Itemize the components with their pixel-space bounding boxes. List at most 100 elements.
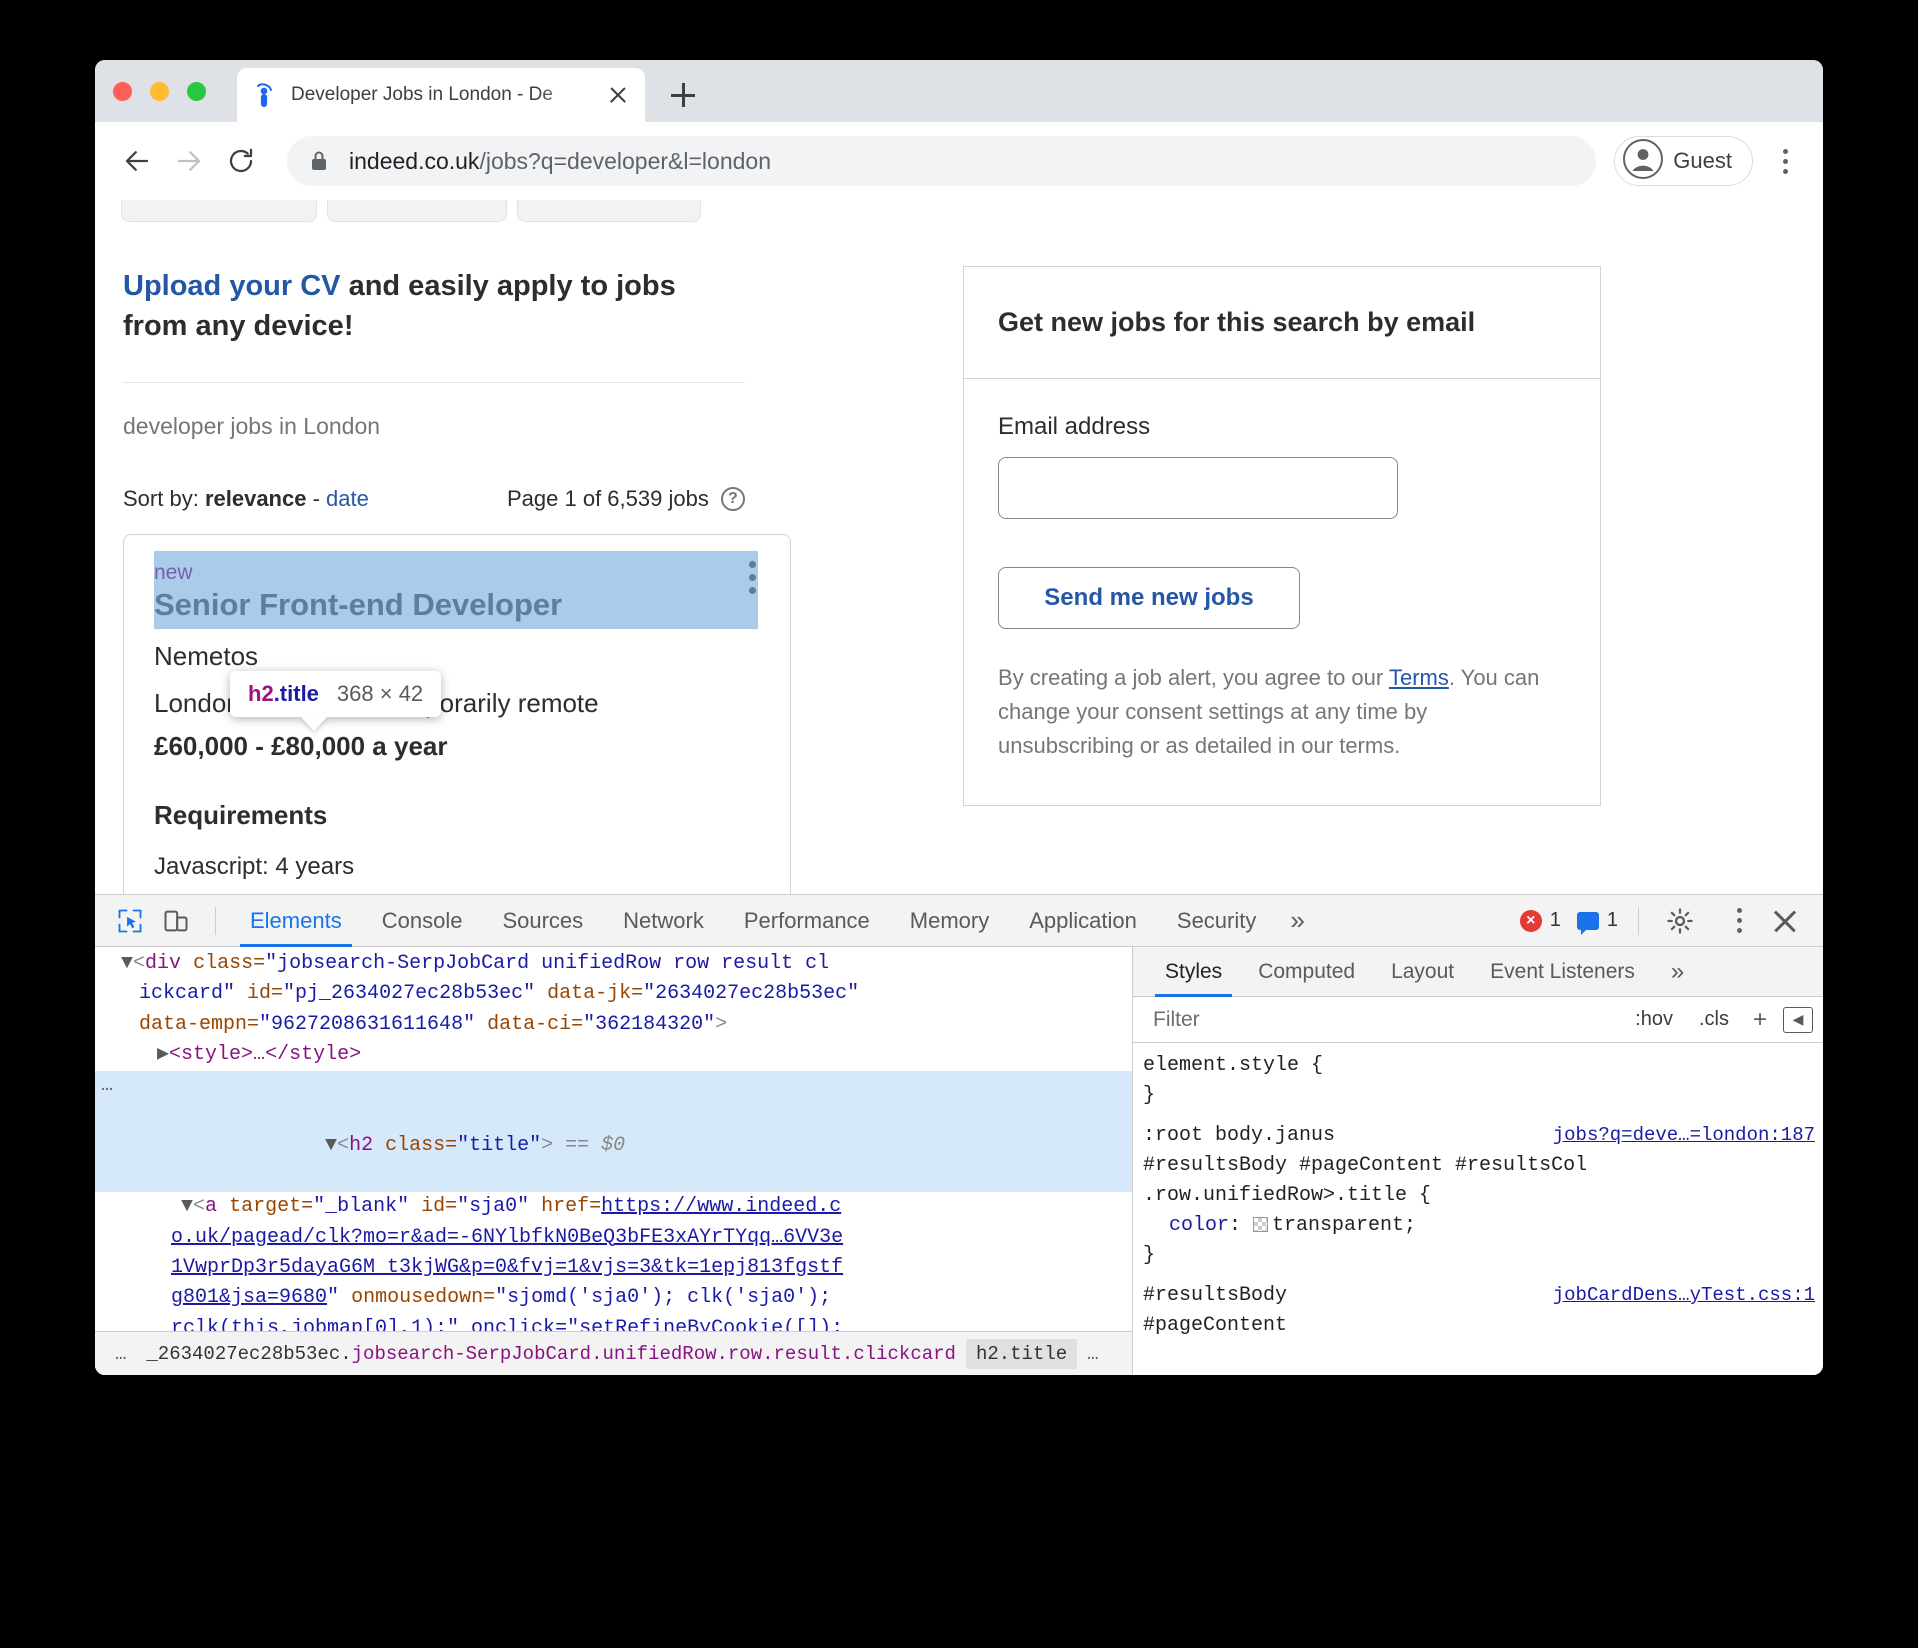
tab-event-listeners[interactable]: Event Listeners [1472,947,1653,997]
styles-more-tabs-icon[interactable]: » [1653,947,1702,997]
device-toolbar-icon[interactable] [155,900,197,942]
dom-href-part-2[interactable]: o.uk/pagead/clk?mo=r&ad=-6NYlbfkN0BeQ3bF… [171,1226,843,1249]
dom-line-selected[interactable]: … ▼<h2 class="title"> == $0 [95,1070,1132,1193]
question-mark-icon[interactable]: ? [720,487,745,512]
dom-line[interactable]: o.uk/pagead/clk?mo=r&ad=-6NYlbfkN0BeQ3bF… [95,1223,1132,1253]
styles-tab-list: Styles Computed Layout Event Listeners » [1133,947,1823,997]
style-rule-selector[interactable]: element.style { [1143,1051,1323,1081]
tab-performance[interactable]: Performance [724,895,890,947]
breadcrumb-current[interactable]: h2.title [965,1338,1078,1369]
tab-application[interactable]: Application [1009,895,1157,947]
style-rule-close: } [1143,1084,1156,1107]
breadcrumb-parent[interactable]: _2634027ec28b53ec.jobsearch-SerpJobCard.… [136,1343,966,1365]
sort-by-date-link[interactable]: date [326,486,369,511]
tab-console[interactable]: Console [362,895,483,947]
terms-link[interactable]: Terms [1389,665,1449,690]
devtools-toolbar-right: × 1 1 [1519,897,1809,945]
dom-line[interactable]: rclk(this,jobmap[0],1);" onclick="setRef… [95,1314,1132,1331]
minimize-window-button[interactable] [150,82,169,101]
warning-count: 1 [1606,909,1618,931]
dom-line[interactable]: 1VwprDp3r5dayaG6M_t3kjWG&p=0&fvj=1&vjs=3… [95,1253,1132,1283]
dom-href-part-1[interactable]: https://www.indeed.c [601,1195,841,1218]
tab-network[interactable]: Network [603,895,724,947]
dom-line[interactable]: ▼<div class="jobsearch-SerpJobCard unifi… [95,949,1132,979]
job-card-menu-icon[interactable] [749,561,756,595]
tab-styles[interactable]: Styles [1147,947,1240,997]
browser-menu-button[interactable] [1765,137,1805,185]
tab-elements[interactable]: Elements [230,895,362,947]
style-rule-close: } [1143,1244,1156,1267]
forward-button[interactable] [165,137,213,185]
dom-line[interactable]: ▶<style>…</style> [95,1040,1132,1070]
filter-chip[interactable] [327,200,507,222]
tab-layout[interactable]: Layout [1373,947,1472,997]
email-field[interactable] [998,457,1398,519]
dom-div-class-start: "jobsearch-SerpJobCard unifiedRow row re… [265,952,830,975]
cls-button[interactable]: .cls [1691,1008,1737,1031]
inspect-element-icon[interactable] [109,900,151,942]
job-card[interactable]: new Senior Front-end Developer Nemetos L… [123,534,791,923]
maximize-window-button[interactable] [187,82,206,101]
style-rule-selector[interactable]: #resultsBody [1143,1281,1287,1311]
breadcrumb-ellipsis-right[interactable]: … [1077,1343,1108,1365]
filter-chip[interactable] [121,200,317,222]
tab-sources[interactable]: Sources [482,895,603,947]
error-count-badge[interactable]: × 1 [1519,909,1561,932]
style-rule[interactable]: :root body.janus jobs?q=deve…=london:187… [1143,1121,1823,1271]
breadcrumb-parent-id: _2634027ec28b53ec. [146,1342,352,1365]
style-rule-source[interactable]: jobCardDens…yTest.css:1 [1553,1281,1815,1310]
new-tab-button[interactable] [661,73,705,117]
tab-computed[interactable]: Computed [1240,947,1373,997]
address-bar[interactable]: indeed.co.uk/jobs?q=developer&l=london [287,136,1597,186]
send-me-new-jobs-button[interactable]: Send me new jobs [998,567,1300,629]
dom-line[interactable]: ▼<a target="_blank" id="sja0" href=https… [95,1192,1132,1222]
toggle-sidebar-icon[interactable]: ◀ [1783,1006,1813,1033]
warning-count-badge[interactable]: 1 [1576,909,1618,935]
upload-cv-link[interactable]: Upload your CV [123,270,341,302]
profile-button[interactable]: Guest [1614,136,1753,186]
job-alert-header: Get new jobs for this search by email [964,267,1600,379]
browser-tab[interactable]: Developer Jobs in London - De [237,68,645,122]
style-rule[interactable]: element.style { } [1143,1051,1823,1111]
new-style-rule-icon[interactable]: + [1747,1006,1773,1034]
job-alert-body: Email address Send me new jobs By creati… [964,379,1600,805]
job-salary: £60,000 - £80,000 a year [154,731,448,762]
close-tab-icon[interactable] [605,82,631,108]
dom-href-part-3[interactable]: 1VwprDp3r5dayaG6M_t3kjWG&p=0&fvj=1&vjs=3… [171,1256,843,1279]
job-alert-heading: Get new jobs for this search by email [998,307,1476,337]
job-title[interactable]: Senior Front-end Developer [154,587,562,623]
reload-button[interactable] [217,137,265,185]
error-count: 1 [1549,909,1561,931]
toolbar-separator [1638,906,1639,935]
tab-security[interactable]: Security [1157,895,1276,947]
style-property[interactable]: color: transparent; [1143,1211,1823,1241]
inspector-badge-dimensions: 368 × 42 [336,681,424,706]
close-devtools-icon[interactable] [1765,901,1805,941]
page-count-text: Page 1 of 6,539 jobs [507,486,709,512]
gear-icon[interactable] [1659,900,1701,942]
style-rule[interactable]: #resultsBody jobCardDens…yTest.css:1 #pa… [1143,1281,1823,1341]
hov-button[interactable]: :hov [1627,1008,1681,1031]
breadcrumb-ellipsis-left[interactable]: … [105,1343,136,1365]
results-column: Upload your CV and easily apply to jobs … [95,266,885,923]
style-rule-selector[interactable]: :root body.janus [1143,1121,1335,1151]
styles-filter-input[interactable] [1143,1002,1618,1037]
dom-class-cont: ickcard" [139,982,236,1006]
dom-href-part-4[interactable]: g801&jsa=9680 [171,1286,327,1309]
dom-line[interactable]: ickcard" id="pj_2634027ec28b53ec" data-j… [95,979,1132,1009]
color-swatch[interactable] [1253,1217,1269,1232]
back-button[interactable] [113,137,161,185]
tab-memory[interactable]: Memory [890,895,1009,947]
filter-chip[interactable] [517,200,701,222]
devtools-menu-icon[interactable] [1719,897,1759,945]
close-window-button[interactable] [113,82,132,101]
dom-attr-jk-value: "2634027ec28b53ec" [643,982,860,1006]
job-requirements-heading: Requirements [154,800,328,831]
dom-line[interactable]: g801&jsa=9680" onmousedown="sjomd('sja0'… [95,1283,1132,1313]
url-path: /jobs?q=developer&l=london [479,147,772,174]
dom-tree[interactable]: ▼<div class="jobsearch-SerpJobCard unifi… [95,947,1132,1331]
breadcrumb-parent-classes: jobsearch-SerpJobCard.unifiedRow.row.res… [351,1342,956,1365]
style-rule-source[interactable]: jobs?q=deve…=london:187 [1553,1121,1815,1150]
dom-line[interactable]: data-empn="9627208631611648" data-ci="36… [95,1010,1132,1040]
more-tabs-icon[interactable]: » [1276,895,1318,947]
